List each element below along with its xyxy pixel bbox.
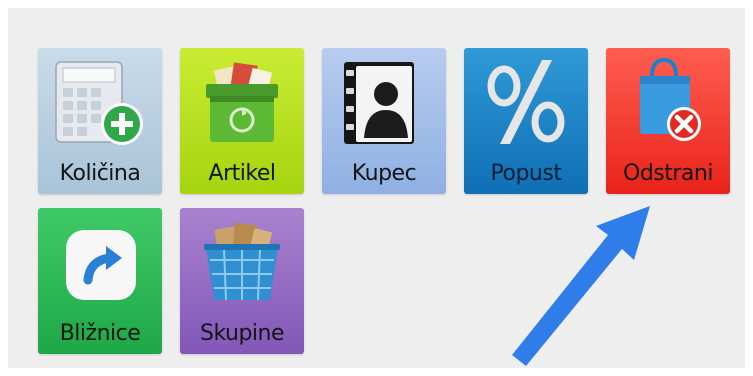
bliznice-button[interactable]: Bližnice xyxy=(38,208,162,354)
kupec-button[interactable]: Kupec xyxy=(322,48,446,194)
remove-bag-icon xyxy=(606,48,730,152)
odstrani-button[interactable]: Odstrani xyxy=(606,48,730,194)
popust-label: Popust xyxy=(490,161,562,186)
quantity-calculator-icon xyxy=(38,48,162,152)
shortcut-arrow-icon xyxy=(38,208,162,312)
discount-percent-icon xyxy=(464,48,588,152)
article-box-icon xyxy=(180,48,304,152)
kolicina-label: Količina xyxy=(59,161,141,186)
skupine-label: Skupine xyxy=(199,321,285,346)
kolicina-button[interactable]: Količina xyxy=(38,48,162,194)
odstrani-label: Odstrani xyxy=(623,161,713,186)
artikel-label: Artikel xyxy=(208,161,276,186)
groups-basket-icon xyxy=(180,208,304,312)
customer-contact-icon xyxy=(322,48,446,152)
skupine-button[interactable]: Skupine xyxy=(180,208,304,354)
popust-button[interactable]: Popust xyxy=(464,48,588,194)
button-panel: Količina Artikel Kupec Popust Odstrani B… xyxy=(8,8,745,368)
kupec-label: Kupec xyxy=(351,161,417,186)
artikel-button[interactable]: Artikel xyxy=(180,48,304,194)
bliznice-label: Bližnice xyxy=(59,321,141,346)
